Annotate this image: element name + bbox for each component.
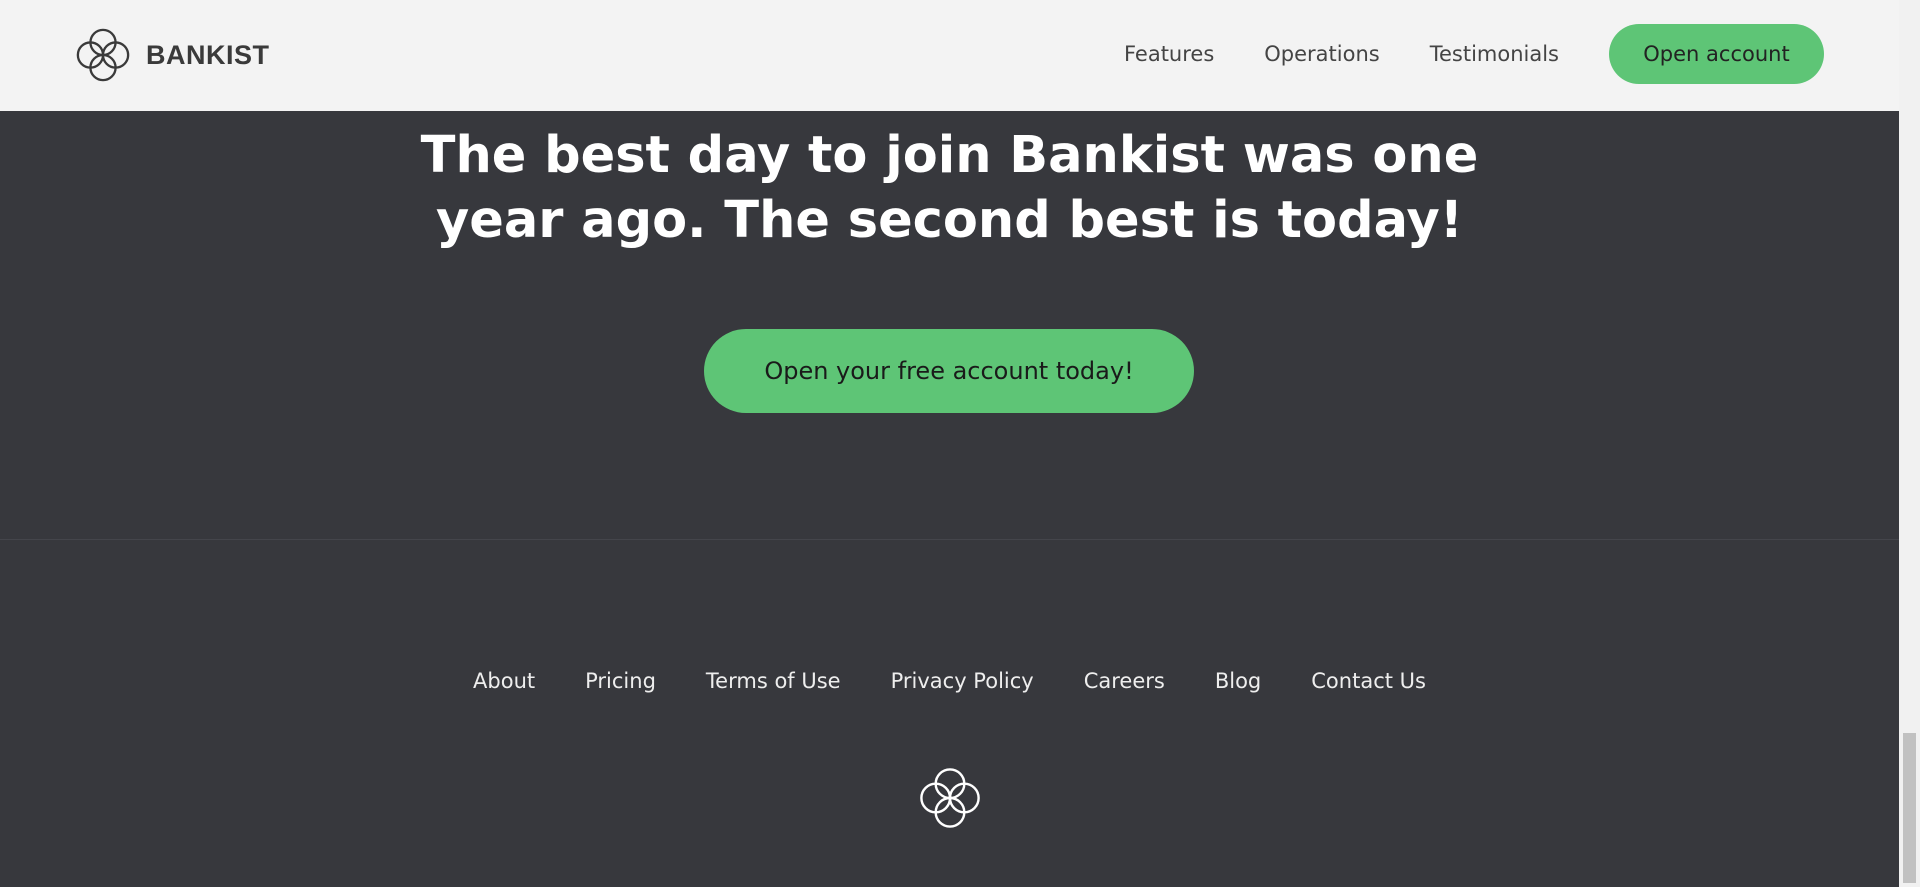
footer-link-terms[interactable]: Terms of Use <box>706 669 841 693</box>
page-scrollbar[interactable] <box>1899 0 1920 887</box>
four-circles-logo-icon <box>76 28 130 82</box>
brand[interactable]: BANKIST <box>74 26 270 84</box>
four-circles-logo-icon <box>920 768 980 828</box>
footer-link-contact[interactable]: Contact Us <box>1311 669 1426 693</box>
main-nav: Features Operations Testimonials Open ac… <box>1124 24 1824 84</box>
footer-link-privacy[interactable]: Privacy Policy <box>891 669 1034 693</box>
footer-nav: About Pricing Terms of Use Privacy Polic… <box>0 669 1899 693</box>
site-header: BANKIST Features Operations Testimonials… <box>0 0 1899 111</box>
footer-link-about[interactable]: About <box>473 669 535 693</box>
nav-link-testimonials[interactable]: Testimonials <box>1430 42 1559 66</box>
footer-link-pricing[interactable]: Pricing <box>585 669 656 693</box>
footer-link-careers[interactable]: Careers <box>1084 669 1165 693</box>
brand-name: BANKIST <box>146 39 270 70</box>
scrollbar-thumb[interactable] <box>1903 733 1916 883</box>
site-footer: About Pricing Terms of Use Privacy Polic… <box>0 540 1899 887</box>
signup-title-line-2: year ago. The second best is today! <box>436 191 1463 250</box>
open-free-account-button[interactable]: Open your free account today! <box>704 329 1194 413</box>
signup-title: The best day to join Bankist was one yea… <box>0 123 1899 253</box>
signup-title-line-1: The best day to join Bankist was one <box>420 126 1479 185</box>
nav-link-operations[interactable]: Operations <box>1264 42 1379 66</box>
footer-link-blog[interactable]: Blog <box>1215 669 1261 693</box>
signup-section: The best day to join Bankist was one yea… <box>0 111 1899 539</box>
open-account-button[interactable]: Open account <box>1609 24 1824 84</box>
nav-link-features[interactable]: Features <box>1124 42 1214 66</box>
